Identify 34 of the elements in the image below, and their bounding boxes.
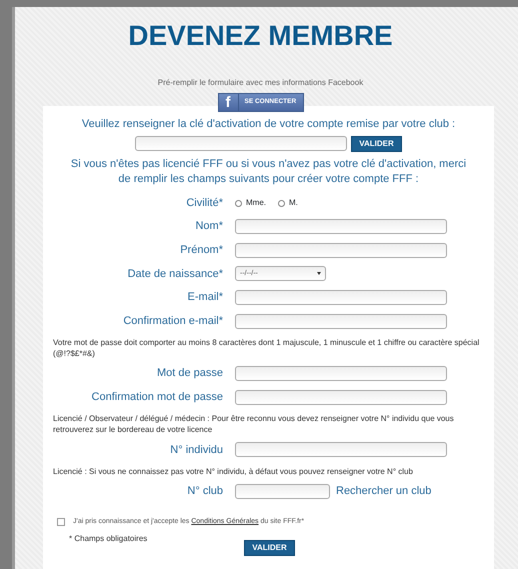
caret-icon <box>317 272 321 276</box>
field-label: Date de naissance* <box>126 266 223 282</box>
club-number-field[interactable] <box>235 484 330 499</box>
intro-text: Si vous n'êtes pas licencié FFF ou si vous n'avez pas votre clé d'activation, merci de remplir les champs suivants pour créer votre compte FFF : <box>70 157 468 188</box>
field-label: N° club <box>186 484 223 500</box>
radio-option[interactable]: Mme. <box>235 197 266 210</box>
radio-option[interactable]: M. <box>278 197 298 210</box>
help-text: Votre mot de passe doit comporter au moins 8 caractères dont 1 majuscule, 1 minuscule et 1 chiffre ou caractère spécial (@!?$£*#&) <box>53 336 480 359</box>
text-field[interactable] <box>235 366 447 382</box>
activation-key-field[interactable] <box>135 136 348 152</box>
field-label: Nom* <box>194 219 223 234</box>
facebook-prompt: Pré-remplir le formulaire avec mes informations Facebook <box>156 76 364 89</box>
help-text: Licencié : Si vous ne connaissez pas votre N° individu, à défaut vous pouvez renseigner votre N° club <box>53 466 414 477</box>
activation-prompt: Veuillez renseigner la clé d'activation de votre compte remise par votre club : <box>80 116 456 132</box>
field-label: Confirmation e-mail* <box>122 314 223 329</box>
text-field[interactable] <box>235 290 447 305</box>
text-field[interactable] <box>235 390 447 405</box>
required-note: * Champs obligatoires <box>69 532 148 545</box>
help-text: Licencié / Observateur / délégué / médecin : Pour être reconnu vous devez renseigner votre N° individu que vous retrouverez sur le bordereau de votre licence <box>53 413 455 436</box>
terms-checkbox[interactable] <box>57 518 65 526</box>
text-field[interactable] <box>235 314 447 329</box>
field-label: Mot de passe <box>156 366 223 382</box>
field-label: E-mail* <box>186 290 223 306</box>
field-label: N° individu <box>169 442 223 458</box>
validate-button[interactable]: VALIDER <box>351 136 402 152</box>
text-field[interactable] <box>235 242 447 258</box>
field-label: Civilité* <box>185 196 223 211</box>
submit-button[interactable]: VALIDER <box>244 540 295 556</box>
text-field[interactable] <box>235 219 447 234</box>
text-field[interactable] <box>235 442 447 458</box>
field-label: Prénom* <box>179 243 223 258</box>
page-title: DEVENEZ MEMBRE <box>127 19 394 52</box>
search-club-link[interactable]: Rechercher un club <box>336 483 432 500</box>
field-label: Confirmation mot de passe <box>90 390 223 405</box>
